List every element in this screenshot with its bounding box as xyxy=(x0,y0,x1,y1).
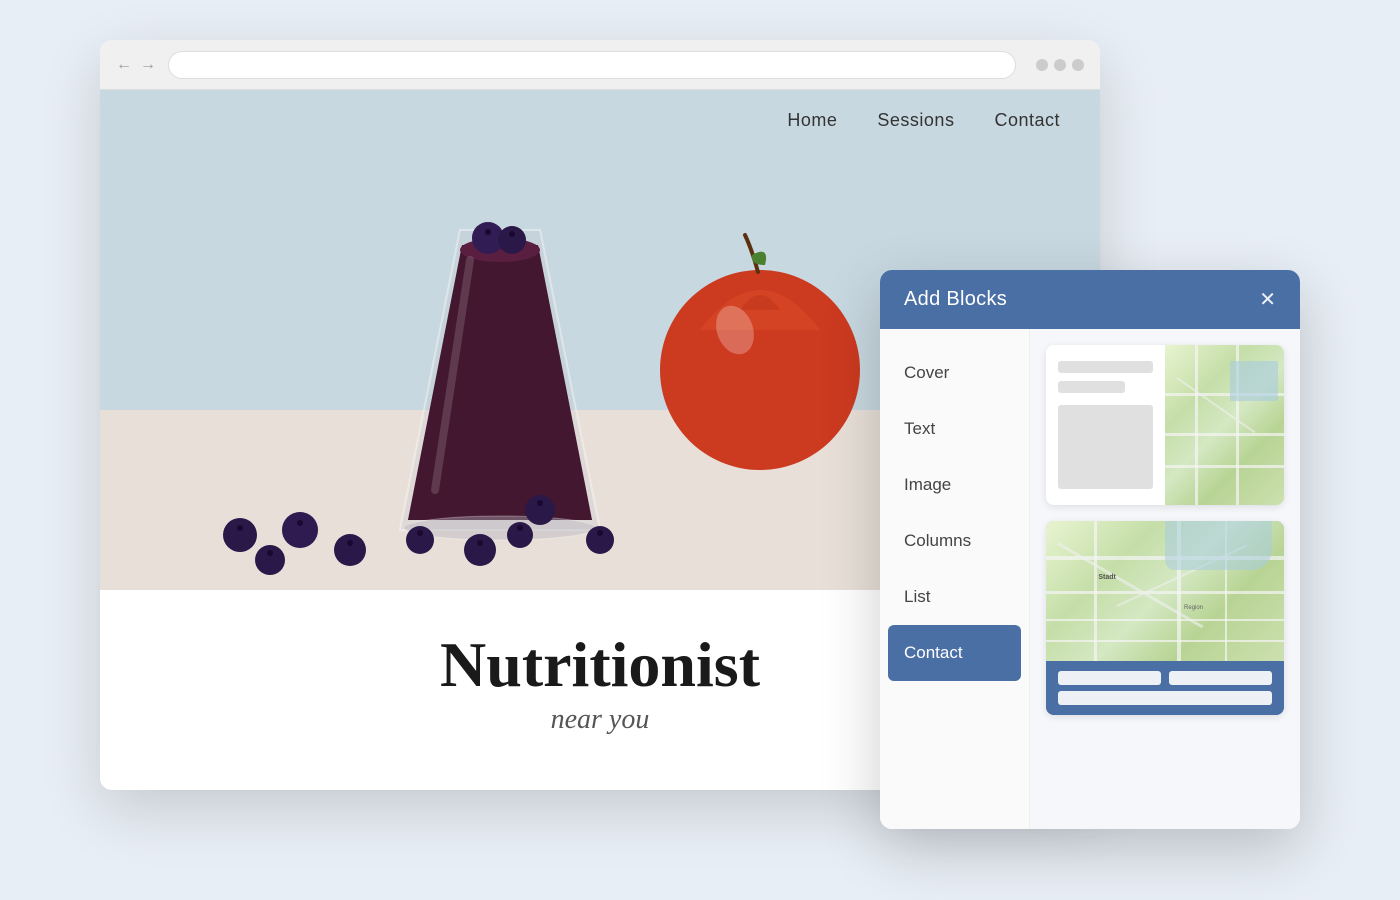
block-item-list[interactable]: List xyxy=(880,569,1029,625)
dot-2 xyxy=(1054,59,1066,71)
panel-header: Add Blocks ✕ xyxy=(880,270,1300,329)
preview-map-large: Stadt Region xyxy=(1046,521,1284,661)
preview-card-1[interactable] xyxy=(1046,345,1284,505)
dot-3 xyxy=(1072,59,1084,71)
map-bg-1 xyxy=(1165,345,1284,505)
nav-home[interactable]: Home xyxy=(787,110,837,131)
browser-nav: ← → xyxy=(116,56,156,74)
site-nav: Home Sessions Contact xyxy=(747,90,1100,151)
preview-textarea xyxy=(1058,405,1153,489)
preview2-field-2 xyxy=(1169,671,1272,685)
browser-chrome: ← → xyxy=(100,40,1100,90)
nav-sessions[interactable]: Sessions xyxy=(877,110,954,131)
panel-body: Cover Text Image Columns List Contact xyxy=(880,329,1300,829)
block-item-columns[interactable]: Columns xyxy=(880,513,1029,569)
close-icon[interactable]: ✕ xyxy=(1259,290,1276,310)
scene: ← → Home Sessions Contact xyxy=(100,40,1300,860)
forward-arrow-icon[interactable]: → xyxy=(140,56,156,74)
back-arrow-icon[interactable]: ← xyxy=(116,56,132,74)
preview2-field-full xyxy=(1058,691,1272,705)
preview-form-left xyxy=(1046,345,1165,505)
address-bar[interactable] xyxy=(168,51,1016,79)
block-item-cover[interactable]: Cover xyxy=(880,345,1029,401)
preview2-field-1 xyxy=(1058,671,1161,685)
panel-title: Add Blocks xyxy=(904,288,1007,311)
preview2-row-1 xyxy=(1058,671,1272,685)
block-item-contact[interactable]: Contact xyxy=(888,625,1021,681)
nav-contact[interactable]: Contact xyxy=(994,110,1060,131)
preview2-form xyxy=(1046,661,1284,715)
preview-card-2[interactable]: Stadt Region xyxy=(1046,521,1284,715)
block-item-text[interactable]: Text xyxy=(880,401,1029,457)
add-blocks-panel: Add Blocks ✕ Cover Text Image Columns Li… xyxy=(880,270,1300,829)
preview-input-1 xyxy=(1058,361,1153,373)
preview-map-right xyxy=(1165,345,1284,505)
block-previews: Stadt Region xyxy=(1030,329,1300,829)
preview-input-2 xyxy=(1058,381,1125,393)
dot-1 xyxy=(1036,59,1048,71)
block-item-image[interactable]: Image xyxy=(880,457,1029,513)
browser-dots xyxy=(1036,59,1084,71)
block-list: Cover Text Image Columns List Contact xyxy=(880,329,1030,829)
map-bg-2: Stadt Region xyxy=(1046,521,1284,661)
